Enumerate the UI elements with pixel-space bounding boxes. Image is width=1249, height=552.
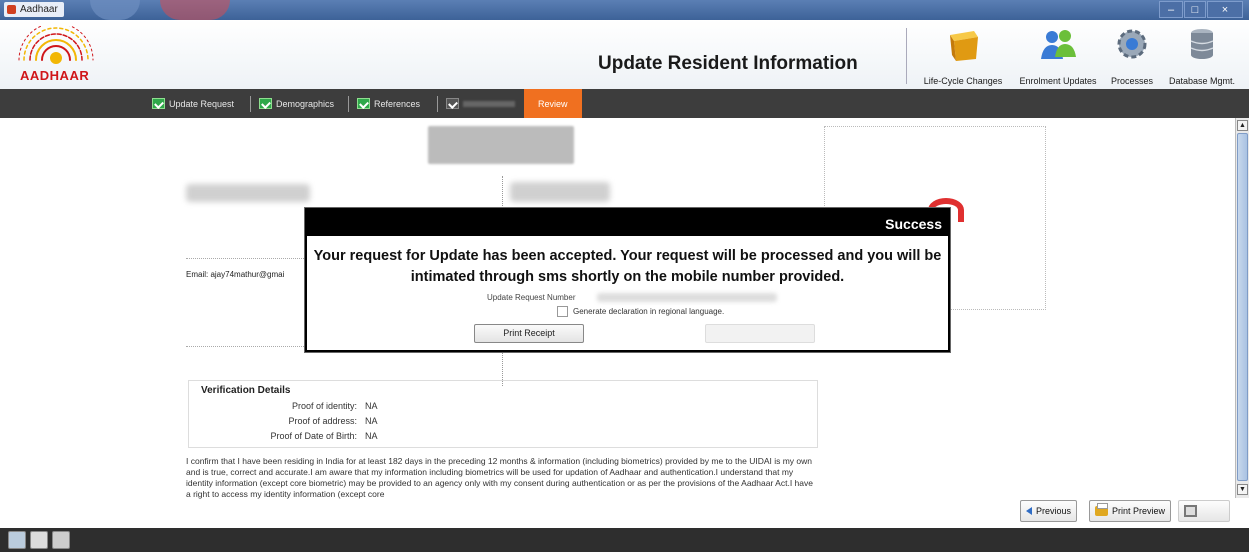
minimize-button[interactable]: – [1159,1,1183,18]
print-preview-button[interactable]: Print Preview [1089,500,1172,522]
tab-references[interactable]: References [357,89,420,118]
request-number-redacted [597,293,777,302]
tab-separator [250,96,251,112]
email-value: Email: ajay74mathur@gmai [186,270,285,279]
regional-declaration-checkbox[interactable] [557,306,568,317]
blurred-button [428,126,574,164]
window-titlebar: Aadhaar – □ × [0,0,1249,20]
nav-label: Processes [1110,76,1154,86]
tab-label: Review [538,98,568,109]
tab-label: Demographics [276,98,335,109]
verification-title: Verification Details [201,385,291,396]
check-icon [259,98,272,109]
proof-of-dob-value: NA [365,431,378,441]
proof-of-address-value: NA [365,416,378,426]
row-divider [186,258,306,259]
tab-label: Update Request [169,98,235,109]
tab-separator [437,96,438,112]
close-button[interactable]: × [1207,1,1243,18]
resident-name-redacted [186,184,310,202]
request-number-label: Update Request Number [487,293,576,302]
previous-button[interactable]: Previous [1020,500,1078,522]
users-icon [1041,30,1076,59]
print-preview-label: Print Preview [1112,506,1166,516]
regional-declaration-label: Generate declaration in regional languag… [573,307,725,316]
disabled-button [705,324,815,343]
nav-life-cycle-changes[interactable]: Life-Cycle Changes [917,25,1009,86]
titlebar-decoration [160,0,230,20]
resident-name-regional-redacted [510,182,610,202]
arrow-left-icon [1026,507,1032,515]
proof-of-address-label: Proof of address: [288,416,357,426]
tab-review[interactable]: Review [524,89,582,118]
check-icon [357,98,370,109]
save-icon [1184,505,1197,517]
declaration-text: I confirm that I have been residing in I… [186,456,813,499]
window-title: Aadhaar [4,2,64,17]
check-icon [446,98,459,109]
titlebar-decoration [90,0,140,20]
help-icon[interactable] [8,531,26,549]
app-icon [7,5,16,14]
printer-icon [1095,503,1108,516]
database-icon [1190,29,1214,59]
verification-details: Verification Details Proof of identity: … [188,380,818,448]
tab-separator [348,96,349,112]
header-divider [906,28,907,84]
bottom-toolbar [0,528,1249,552]
dialog-title: Success [307,210,948,236]
scroll-up-button[interactable]: ▲ [1237,120,1248,131]
nav-processes[interactable]: Processes [1104,25,1160,86]
nav-label: Database Mgmt. [1168,76,1236,86]
nav-enrolment-updates[interactable]: Enrolment Updates [1013,25,1103,86]
nav-label: Life-Cycle Changes [923,76,1003,86]
hand-icon[interactable] [30,531,48,549]
nav-label: Enrolment Updates [1019,76,1097,86]
printer-icon[interactable] [52,531,70,549]
scroll-thumb[interactable] [1237,133,1248,481]
window-controls: – □ × [1159,1,1243,18]
page-title: Update Resident Information [598,53,858,74]
maximize-button[interactable]: □ [1184,1,1206,18]
dialog-message: Your request for Update has been accepte… [313,248,942,285]
gear-icon [1117,29,1147,59]
tab-update-request[interactable]: Update Request [152,89,234,118]
proof-of-dob-label: Proof of Date of Birth: [270,431,357,441]
proof-of-identity-value: NA [365,401,378,411]
check-icon [152,98,165,109]
print-receipt-button[interactable]: Print Receipt [474,324,584,343]
tab-demographics[interactable]: Demographics [259,89,334,118]
previous-label: Previous [1036,506,1072,516]
app-window: Aadhaar – □ × AADHAAR Update Resident In… [0,0,1249,552]
nav-database-mgmt[interactable]: Database Mgmt. [1164,25,1240,86]
box-icon [950,31,978,61]
window-title-text: Aadhaar [20,4,58,15]
logo-text: AADHAAR [20,68,90,83]
tab-label: References [374,98,421,109]
scroll-down-button[interactable]: ▼ [1237,484,1248,495]
step-tabs: Update Request Demographics References R… [0,89,1249,118]
proof-of-identity-label: Proof of identity: [291,401,357,411]
vertical-scrollbar[interactable]: ▲ ▼ [1235,118,1249,498]
tab-disabled [446,89,515,118]
tab-label-blurred [463,100,515,107]
save-button [1178,500,1230,522]
success-dialog: Success Your request for Update has been… [305,208,950,352]
app-header: AADHAAR Update Resident Information Life… [0,20,1249,89]
